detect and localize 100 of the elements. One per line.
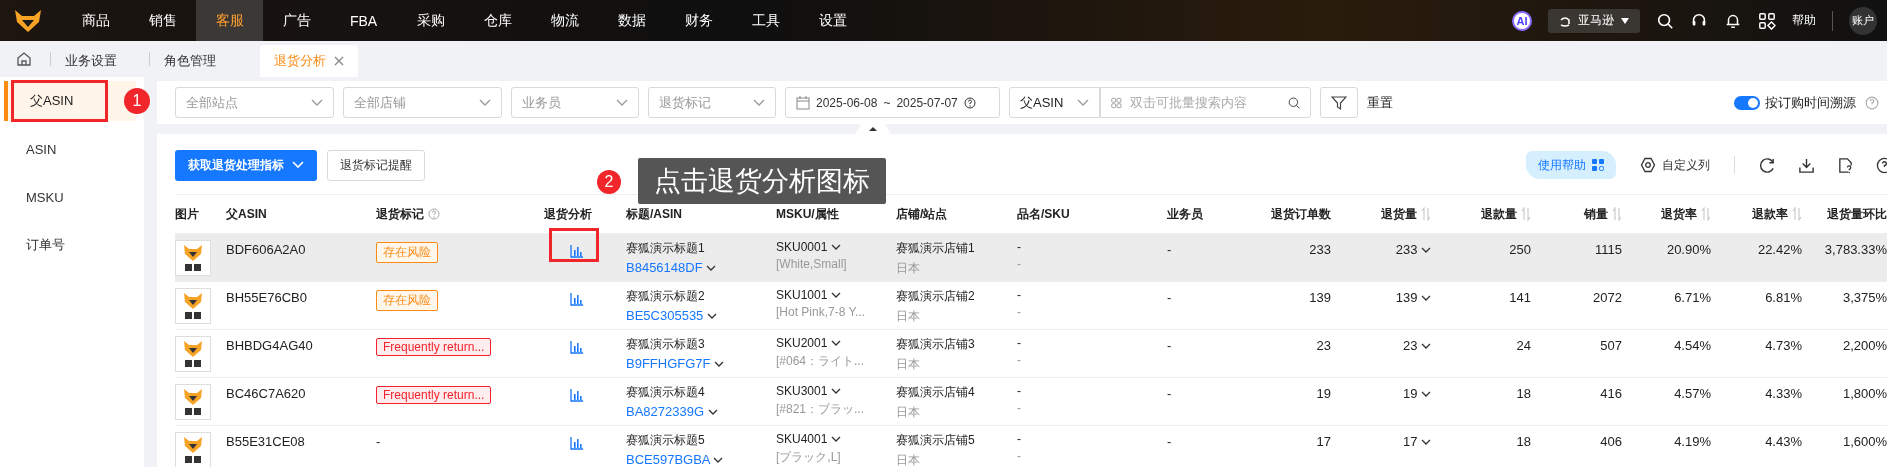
column-header: 退货分析	[544, 205, 592, 223]
filter-button[interactable]	[1320, 87, 1358, 118]
table-cell: 416	[1600, 386, 1622, 401]
site-name: 日本	[896, 452, 920, 467]
nav-menu-item[interactable]: FBA	[330, 0, 397, 41]
store-name: 赛狐演示店铺4	[896, 384, 975, 401]
date-range-picker[interactable]: 2025-06-08 ~ 2025-07-07	[785, 87, 1000, 118]
search-box[interactable]: 双击可批量搜索内容	[1100, 87, 1311, 118]
table-cell: 22.42%	[1757, 242, 1802, 257]
asin-link[interactable]: B8456148DF	[626, 260, 717, 275]
chevron-down-icon[interactable]	[714, 361, 725, 368]
close-icon[interactable]	[334, 56, 344, 66]
bar-chart-icon[interactable]	[570, 388, 584, 402]
nav-menu-item[interactable]: 销售	[129, 0, 196, 41]
column-header: 图片	[175, 205, 199, 223]
ai-badge[interactable]: AI	[1512, 10, 1532, 31]
chevron-down-icon	[1077, 98, 1089, 107]
returns-dropdown[interactable]: 23	[1402, 338, 1431, 353]
grid-icon	[1592, 159, 1604, 171]
nav-menu-item[interactable]: 广告	[263, 0, 330, 41]
bar-chart-icon[interactable]	[570, 292, 584, 306]
bar-chart-icon[interactable]	[570, 436, 584, 450]
fox-logo[interactable]	[14, 8, 42, 33]
table-cell: 250	[1509, 242, 1531, 257]
sidebar-item[interactable]: 订单号	[0, 221, 144, 269]
metrics-dropdown-button[interactable]: 获取退货处理指标	[175, 149, 317, 181]
help-button[interactable]: 使用帮助	[1526, 151, 1616, 179]
nav-menu-item[interactable]: 商品	[62, 0, 129, 41]
help-link[interactable]: 帮助	[1792, 12, 1816, 29]
asin-link[interactable]: BE5C305535	[626, 308, 717, 323]
table-cell: 4.54%	[1674, 338, 1711, 353]
gear-icon	[1640, 157, 1656, 173]
collapse-handle[interactable]	[855, 124, 891, 134]
document-help-icon[interactable]	[1837, 156, 1854, 174]
toggle-switch[interactable]	[1734, 95, 1760, 110]
chevron-down-icon[interactable]	[706, 313, 717, 320]
page-tab[interactable]: 业务设置	[51, 45, 131, 77]
nav-menu-item[interactable]: 工具	[732, 0, 799, 41]
download-icon[interactable]	[1798, 156, 1815, 174]
asin-link[interactable]: B9FFHGFG7F	[626, 356, 725, 371]
table-cell: 1,600%	[1842, 434, 1887, 449]
nav-menu-item[interactable]: 数据	[598, 0, 665, 41]
chevron-down-icon[interactable]	[707, 409, 718, 416]
column-header: 销量	[1584, 205, 1608, 223]
table-cell: 18	[1516, 434, 1531, 449]
column-header: 退款率	[1752, 205, 1788, 223]
store-name: 赛狐演示店铺2	[896, 288, 975, 305]
nav-menu-item[interactable]: 客服	[196, 0, 263, 41]
table-cell: 2072	[1593, 290, 1622, 305]
returns-dropdown[interactable]: 139	[1395, 290, 1431, 305]
sku-text: -	[1017, 257, 1021, 271]
product-title: 赛狐演示标题1	[626, 240, 705, 257]
column-header: 退货订单数	[1271, 205, 1331, 223]
marketplace-dropdown[interactable]: 亚马逊	[1548, 8, 1640, 33]
chevron-down-icon	[1421, 343, 1431, 350]
returns-dropdown[interactable]: 19	[1402, 386, 1431, 401]
page-tab[interactable]: 角色管理	[150, 45, 230, 77]
chevron-down-icon	[830, 340, 841, 347]
sidebar-item[interactable]: ASIN	[0, 125, 144, 173]
table-cell: -	[1167, 338, 1172, 353]
table-cell: 141	[1509, 290, 1531, 305]
bar-chart-icon[interactable]	[570, 244, 584, 258]
refresh-icon[interactable]	[1759, 156, 1776, 174]
account-avatar[interactable]: 账户	[1849, 6, 1877, 35]
asin-link[interactable]: BA8272339G	[626, 404, 718, 419]
returns-dropdown[interactable]: 17	[1402, 434, 1431, 449]
search-type-select[interactable]: 父ASIN	[1009, 87, 1100, 118]
chevron-down-icon[interactable]	[713, 457, 724, 464]
returns-dropdown[interactable]: 233	[1395, 242, 1431, 257]
asin-link[interactable]: BCE597BGBA	[626, 452, 724, 467]
nav-menu-item[interactable]: 仓库	[464, 0, 531, 41]
nav-menu-item[interactable]: 设置	[799, 0, 866, 41]
nav-menu-item[interactable]: 采购	[397, 0, 464, 41]
msku-dropdown[interactable]: SKU3001	[776, 384, 841, 398]
date-end: 2025-07-07	[896, 95, 958, 110]
step-number: 1	[124, 88, 150, 114]
custom-columns-button[interactable]: 自定义列	[1634, 155, 1716, 175]
column-header: 标题/ASIN	[626, 205, 682, 223]
apps-icon[interactable]	[1758, 11, 1776, 30]
help-icon[interactable]	[963, 96, 976, 109]
msku-dropdown[interactable]: SKU0001	[776, 240, 841, 254]
chevron-down-icon	[292, 161, 304, 169]
bar-chart-icon[interactable]	[570, 340, 584, 354]
table-cell: BDF606A2A0	[226, 242, 306, 257]
chevron-down-icon	[311, 98, 323, 107]
remind-button[interactable]: 退货标记提醒	[327, 149, 425, 181]
msku-dropdown[interactable]: SKU2001	[776, 336, 841, 350]
nav-menu-item[interactable]: 物流	[531, 0, 598, 41]
table-cell: 24	[1516, 338, 1531, 353]
home-icon[interactable]	[16, 51, 32, 67]
date-separator: ~	[883, 95, 891, 110]
nav-menu-item[interactable]: 财务	[665, 0, 732, 41]
search-icon[interactable]	[1656, 11, 1674, 30]
msku-dropdown[interactable]: SKU4001	[776, 432, 841, 446]
msku-dropdown[interactable]: SKU1001	[776, 288, 841, 302]
reset-link[interactable]: 重置	[1367, 93, 1393, 112]
sidebar-item[interactable]: MSKU	[0, 173, 144, 221]
product-title: 赛狐演示标题2	[626, 288, 705, 305]
chevron-down-icon[interactable]	[706, 265, 717, 272]
caret-icon	[1620, 16, 1630, 25]
